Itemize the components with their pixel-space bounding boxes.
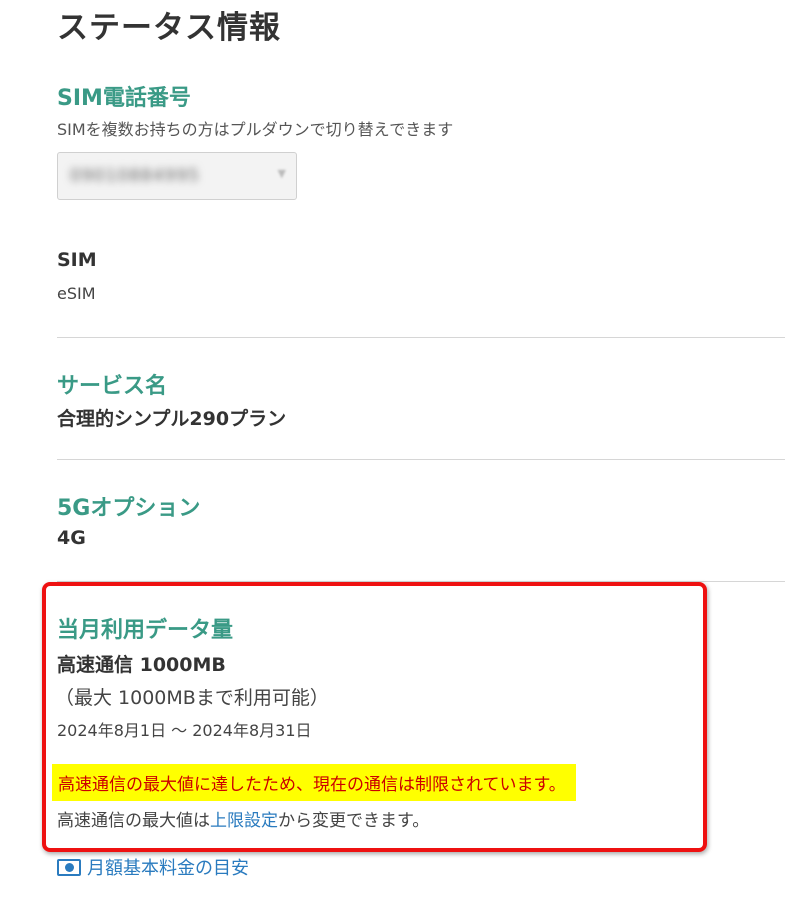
limit-setting-link[interactable]: 上限設定 bbox=[210, 811, 278, 831]
monthly-fee-link[interactable]: 月額基本料金の目安 bbox=[57, 854, 249, 880]
sim-number-selected: 09010884995 bbox=[70, 166, 200, 186]
monthly-fee-label: 月額基本料金の目安 bbox=[87, 858, 249, 879]
sim-value: eSIM bbox=[57, 284, 96, 303]
divider bbox=[57, 459, 785, 460]
money-icon bbox=[57, 858, 81, 876]
option-5g-value: 4G bbox=[57, 527, 86, 549]
limit-setting-line: 高速通信の最大値は上限設定から変更できます。 bbox=[57, 806, 429, 831]
limit-suffix: から変更できます。 bbox=[278, 811, 430, 831]
sim-phone-description: SIMを複数お持ちの方はプルダウンで切り替えできます bbox=[57, 120, 454, 139]
sim-number-select[interactable]: 09010884995 ▼ bbox=[57, 152, 297, 200]
usage-period: 2024年8月1日 ～ 2024年8月31日 bbox=[57, 721, 312, 740]
divider bbox=[57, 337, 785, 338]
sim-heading: SIM bbox=[57, 249, 97, 271]
max-usage-note: （最大 1000MBまで利用可能） bbox=[55, 687, 329, 709]
data-usage-heading: 当月利用データ量 bbox=[57, 618, 234, 643]
throttle-warning: 高速通信の最大値に達したため、現在の通信は制限されています。 bbox=[52, 764, 576, 801]
high-speed-amount: 高速通信 1000MB bbox=[57, 654, 226, 676]
option-5g-heading: 5Gオプション bbox=[57, 496, 201, 521]
service-heading: サービス名 bbox=[57, 374, 168, 399]
limit-prefix: 高速通信の最大値は bbox=[57, 811, 210, 831]
page-title: ステータス情報 bbox=[57, 10, 281, 46]
service-value: 合理的シンプル290プラン bbox=[57, 408, 287, 430]
sim-phone-heading: SIM電話番号 bbox=[57, 86, 191, 111]
chevron-down-icon: ▼ bbox=[277, 167, 286, 180]
